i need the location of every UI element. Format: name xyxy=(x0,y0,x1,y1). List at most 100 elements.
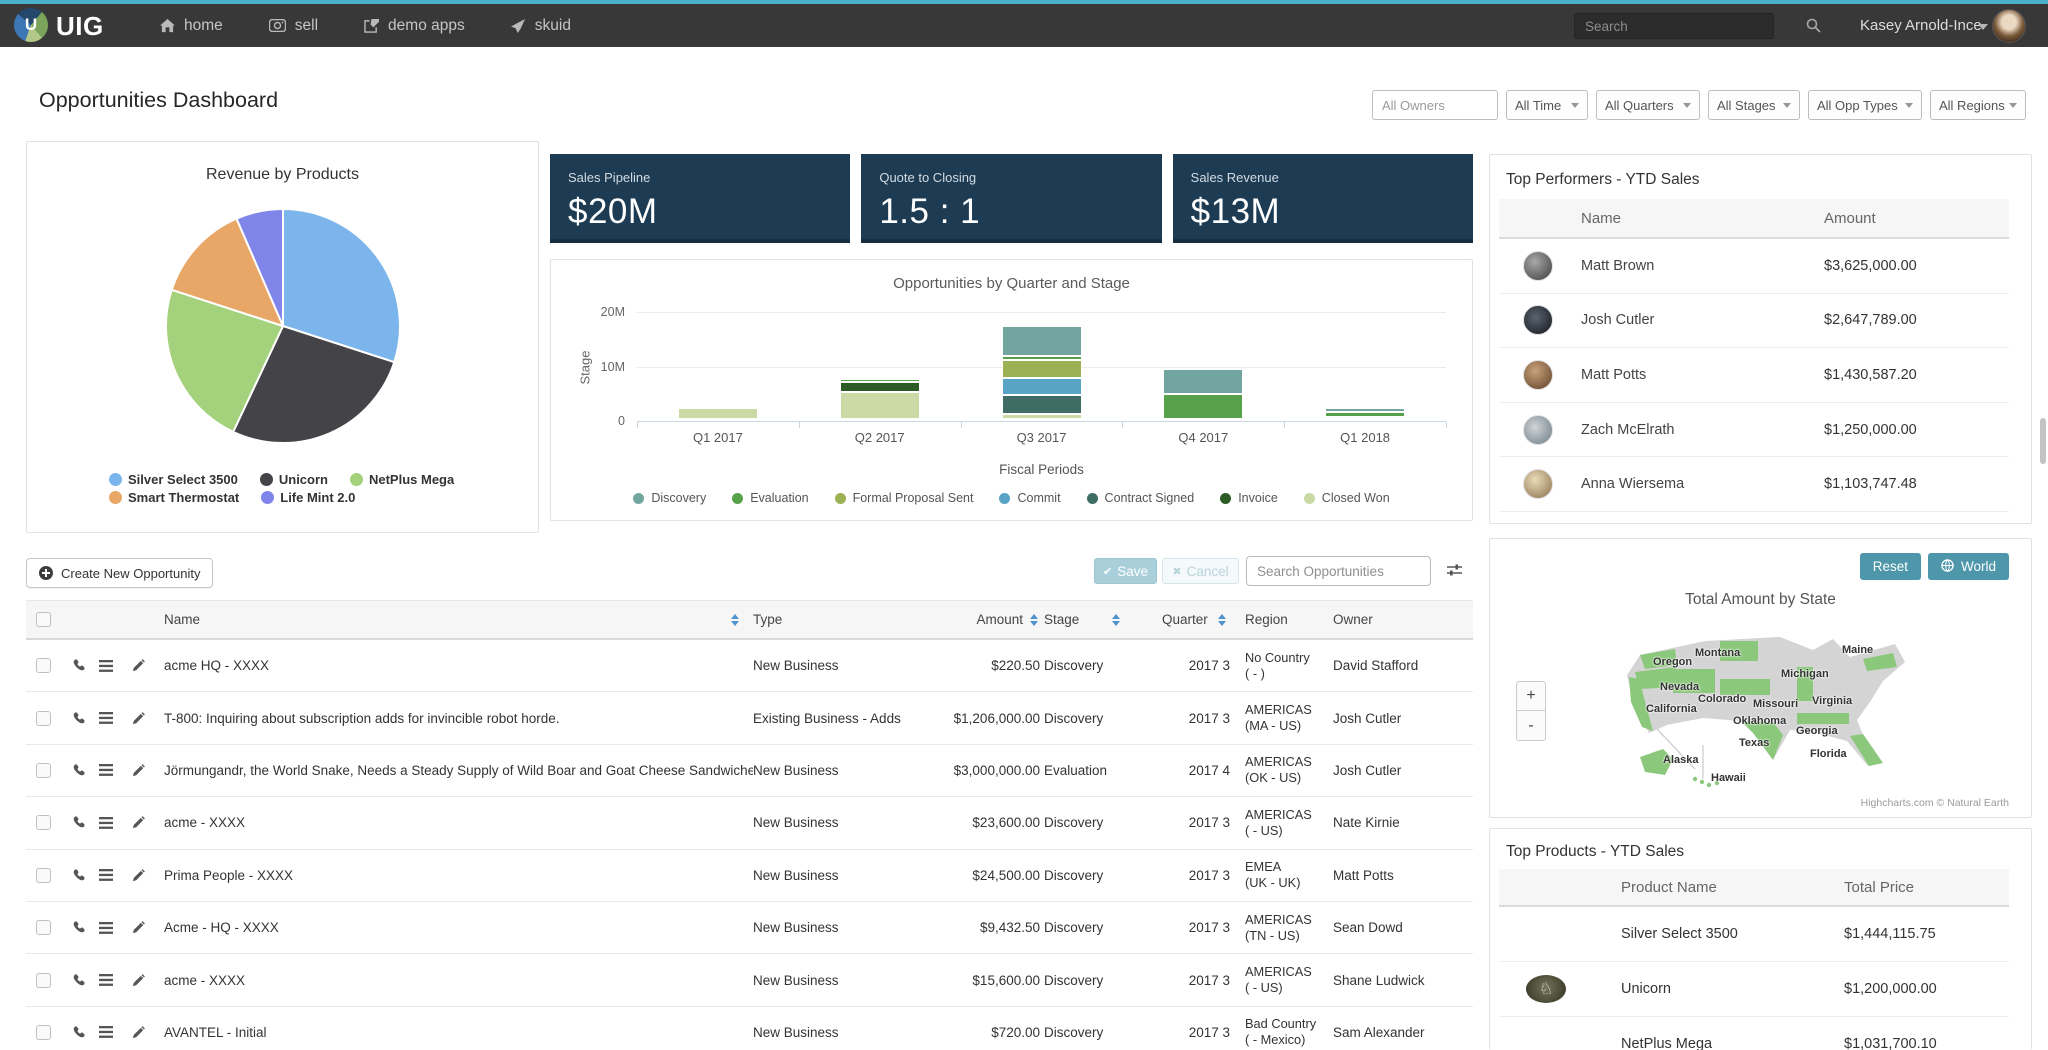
filter-dropdown-all-quarters[interactable]: All Quarters xyxy=(1596,90,1700,120)
list-icon[interactable] xyxy=(92,712,120,724)
nav-item-skuid[interactable]: skuid xyxy=(511,17,571,35)
list-icon[interactable] xyxy=(92,922,120,934)
pencil-icon[interactable] xyxy=(120,711,156,726)
top-performers-card: Top Performers - YTD Sales Name Amount M… xyxy=(1489,154,2032,524)
chevron-down-icon xyxy=(2009,103,2017,108)
pencil-icon[interactable] xyxy=(120,1025,156,1040)
pencil-icon[interactable] xyxy=(120,815,156,830)
table-settings-icon[interactable] xyxy=(1446,562,1463,584)
list-icon[interactable] xyxy=(92,660,120,672)
row-checkbox[interactable] xyxy=(36,763,51,778)
row-checkbox[interactable] xyxy=(36,711,51,726)
product-price: $1,200,000.00 xyxy=(1844,981,2009,997)
pie-legend-item[interactable]: Life Mint 2.0 xyxy=(261,490,355,505)
navbar: U UIG home sell demo apps skuid Kasey Ar… xyxy=(0,4,2048,47)
x-tick xyxy=(1284,422,1285,428)
bar-legend-item[interactable]: Invoice xyxy=(1220,491,1278,505)
bar-legend-item[interactable]: Contract Signed xyxy=(1087,491,1195,505)
uig-logo-icon[interactable]: U xyxy=(14,8,48,42)
avatar[interactable] xyxy=(1992,9,2026,43)
save-button[interactable]: Save xyxy=(1094,558,1157,584)
opportunity-quarter: 2017 4 xyxy=(1144,763,1236,778)
column-header-stage[interactable]: Stage xyxy=(1044,612,1144,627)
bar-legend-item[interactable]: Closed Won xyxy=(1304,491,1390,505)
filter-dropdown-all-regions[interactable]: All Regions xyxy=(1930,90,2026,120)
opportunity-amount: $1,206,000.00 xyxy=(938,711,1044,726)
sort-icon[interactable] xyxy=(1112,614,1120,626)
pencil-icon[interactable] xyxy=(120,973,156,988)
phone-icon[interactable] xyxy=(64,973,92,988)
create-new-opportunity-button[interactable]: Create New Opportunity xyxy=(26,558,213,588)
bar-legend-item[interactable]: Discovery xyxy=(633,491,706,505)
column-header-region: Region xyxy=(1236,612,1324,627)
phone-icon[interactable] xyxy=(64,868,92,883)
pie-legend-item[interactable]: Silver Select 3500 xyxy=(109,472,238,487)
pencil-icon[interactable] xyxy=(120,920,156,935)
phone-icon[interactable] xyxy=(64,763,92,778)
column-header-total-price: Total Price xyxy=(1844,879,2009,896)
phone-icon[interactable] xyxy=(64,658,92,673)
bar-legend-item[interactable]: Evaluation xyxy=(732,491,808,505)
user-menu[interactable]: Kasey Arnold-Ince xyxy=(1860,4,1982,47)
search-input[interactable] xyxy=(1574,13,1774,39)
opportunity-owner: Nate Kirnie xyxy=(1324,815,1473,830)
pencil-icon[interactable] xyxy=(120,658,156,673)
all-owners-filter-input[interactable] xyxy=(1372,90,1498,120)
nav-item-home[interactable]: home xyxy=(160,17,223,35)
row-checkbox[interactable] xyxy=(36,868,51,883)
phone-icon[interactable] xyxy=(64,1025,92,1040)
filter-dropdown-all-time[interactable]: All Time xyxy=(1506,90,1588,120)
pencil-icon[interactable] xyxy=(120,763,156,778)
bar-legend-item[interactable]: Commit xyxy=(999,491,1060,505)
select-all-checkbox[interactable] xyxy=(36,612,51,627)
pie-legend-item[interactable]: NetPlus Mega xyxy=(350,472,454,487)
list-icon[interactable] xyxy=(92,1026,120,1038)
search-icon[interactable] xyxy=(1806,18,1821,38)
us-map[interactable]: OregonMontanaMaineMichiganNevadaColorado… xyxy=(1545,617,1975,789)
filter-dropdown-all-stages[interactable]: All Stages xyxy=(1708,90,1800,120)
zoom-in-button[interactable]: + xyxy=(1516,681,1546,711)
column-header-quarter[interactable]: Quarter xyxy=(1144,612,1236,627)
filter-dropdown-all-opp-types[interactable]: All Opp Types xyxy=(1808,90,1922,120)
column-header-amount[interactable]: Amount xyxy=(938,612,1044,627)
list-icon[interactable] xyxy=(92,974,120,986)
bar-segment xyxy=(1163,369,1243,395)
row-checkbox[interactable] xyxy=(36,658,51,673)
nav-item-sell[interactable]: sell xyxy=(269,17,318,35)
search-opportunities-input[interactable] xyxy=(1246,556,1431,586)
row-checkbox[interactable] xyxy=(36,815,51,830)
pie-legend-item[interactable]: Smart Thermostat xyxy=(109,490,239,505)
world-button[interactable]: World xyxy=(1928,553,2009,580)
chevron-down-icon[interactable] xyxy=(1978,24,1988,30)
x-category-label: Q1 2018 xyxy=(1305,430,1425,445)
product-row: Silver Select 3500 $1,444,115.75 xyxy=(1499,907,2009,962)
pie-legend-item[interactable]: Unicorn xyxy=(260,472,328,487)
opportunity-region: No Country( - ) xyxy=(1236,650,1324,682)
phone-icon[interactable] xyxy=(64,920,92,935)
sort-icon[interactable] xyxy=(1030,614,1038,626)
zoom-out-button[interactable]: - xyxy=(1516,711,1546,741)
list-icon[interactable] xyxy=(92,764,120,776)
sort-icon[interactable] xyxy=(1218,614,1226,626)
column-header-name[interactable]: Name xyxy=(156,612,753,627)
opportunity-region: EMEA(UK - UK) xyxy=(1236,859,1324,891)
row-checkbox[interactable] xyxy=(36,973,51,988)
performer-name: Zach McElrath xyxy=(1581,422,1824,438)
phone-icon[interactable] xyxy=(64,711,92,726)
stacked-bar xyxy=(840,379,920,419)
cancel-button[interactable]: Cancel xyxy=(1162,558,1239,584)
list-icon[interactable] xyxy=(92,817,120,829)
brand-name[interactable]: UIG xyxy=(56,11,104,42)
reset-button[interactable]: Reset xyxy=(1860,553,1921,580)
pencil-icon[interactable] xyxy=(120,868,156,883)
bar-legend-item[interactable]: Formal Proposal Sent xyxy=(835,491,974,505)
row-checkbox[interactable] xyxy=(36,1025,51,1040)
list-icon[interactable] xyxy=(92,869,120,881)
avatar xyxy=(1523,360,1553,390)
row-checkbox[interactable] xyxy=(36,920,51,935)
page-scrollbar[interactable] xyxy=(2040,418,2046,464)
phone-icon[interactable] xyxy=(64,815,92,830)
sort-icon[interactable] xyxy=(731,614,739,626)
performer-amount: $1,250,000.00 xyxy=(1824,422,2009,438)
nav-item-demo-apps[interactable]: demo apps xyxy=(364,17,465,35)
